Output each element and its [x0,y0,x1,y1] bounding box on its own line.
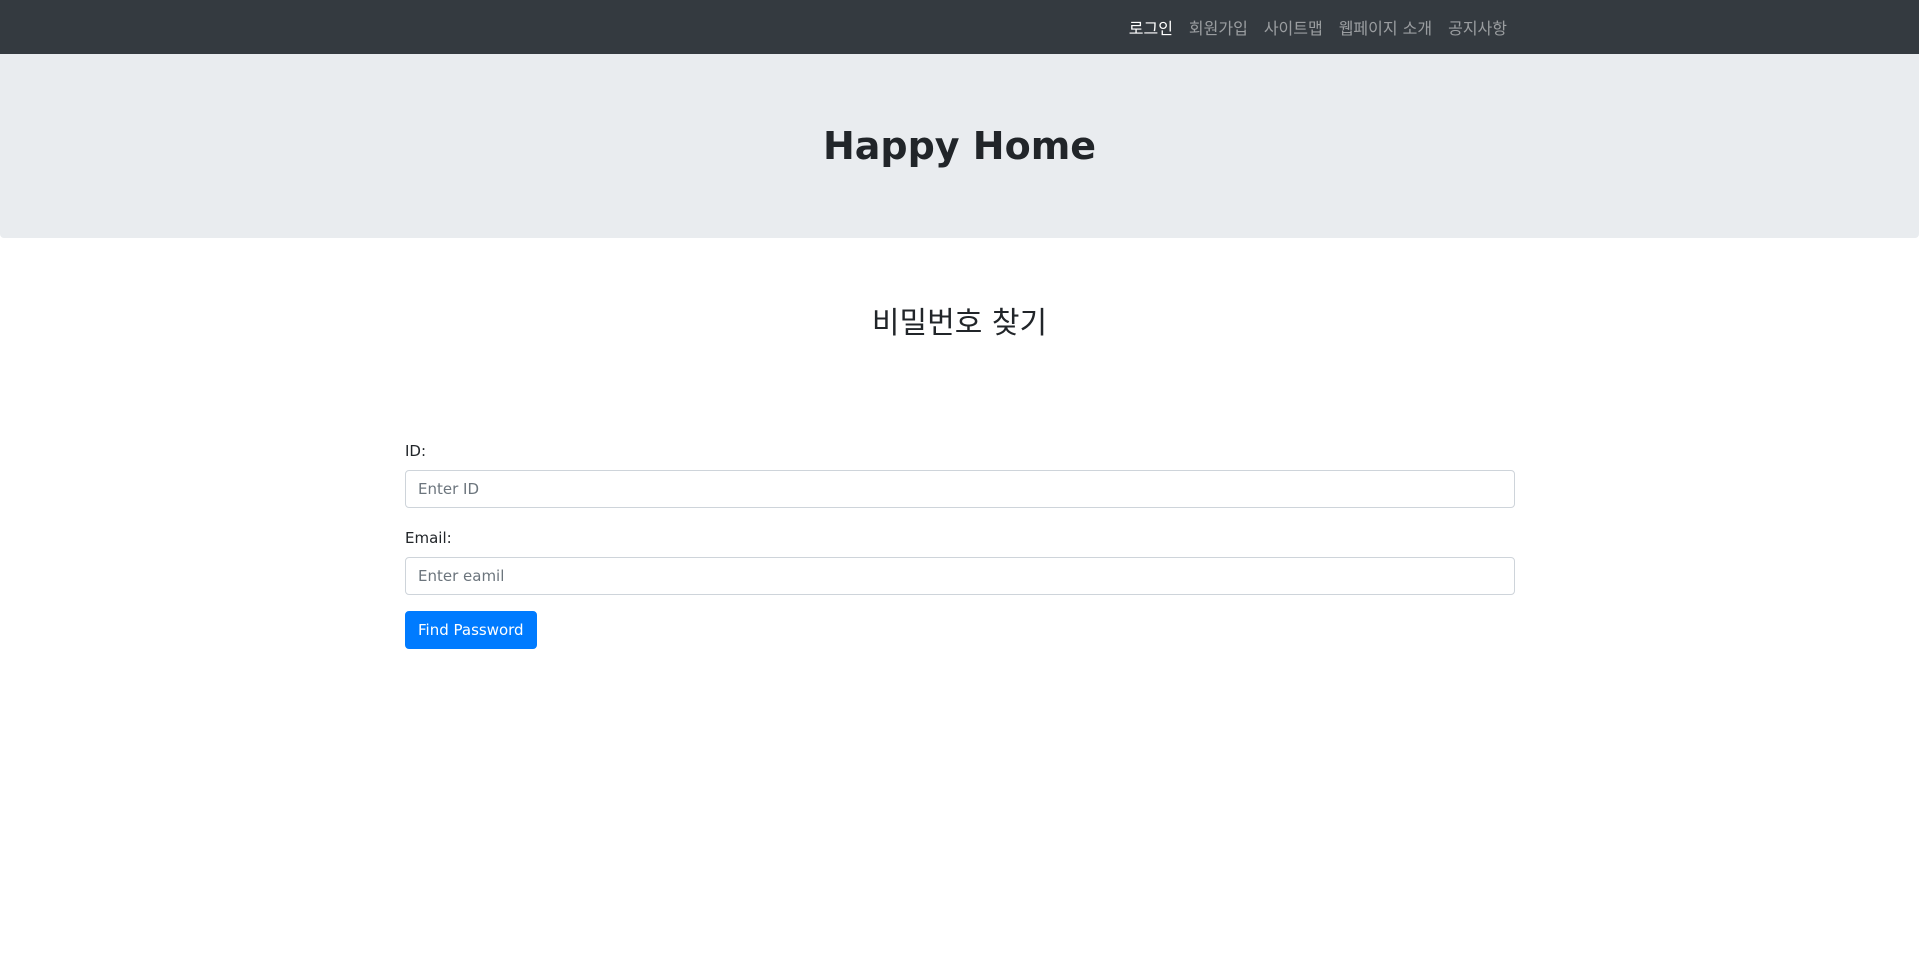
nav-link-notice[interactable]: 공지사항 [1448,15,1507,39]
id-form-group: ID: [405,441,1515,508]
page-title: 비밀번호 찾기 [871,306,1048,341]
find-password-button[interactable]: Find Password [405,611,537,649]
navbar: 로그인 회원가입 사이트맵 웹페이지 소개 공지사항 [0,0,1919,54]
nav-link-signup[interactable]: 회원가입 [1189,15,1248,39]
nav-link-sitemap[interactable]: 사이트맵 [1264,15,1323,39]
id-input[interactable] [405,470,1515,508]
id-label: ID: [405,442,427,460]
email-form-group: Email: [405,528,1515,595]
jumbotron-header: Happy Home [0,54,1919,238]
site-title: Happy Home [822,124,1097,168]
nav-link-about[interactable]: 웹페이지 소개 [1339,15,1432,39]
nav-links: 로그인 회원가입 사이트맵 웹페이지 소개 공지사항 [1129,0,1507,54]
nav-link-login[interactable]: 로그인 [1129,15,1173,39]
find-password-form: ID: Email: Find Password [405,441,1515,649]
email-input[interactable] [405,557,1515,595]
email-label: Email: [405,529,452,547]
